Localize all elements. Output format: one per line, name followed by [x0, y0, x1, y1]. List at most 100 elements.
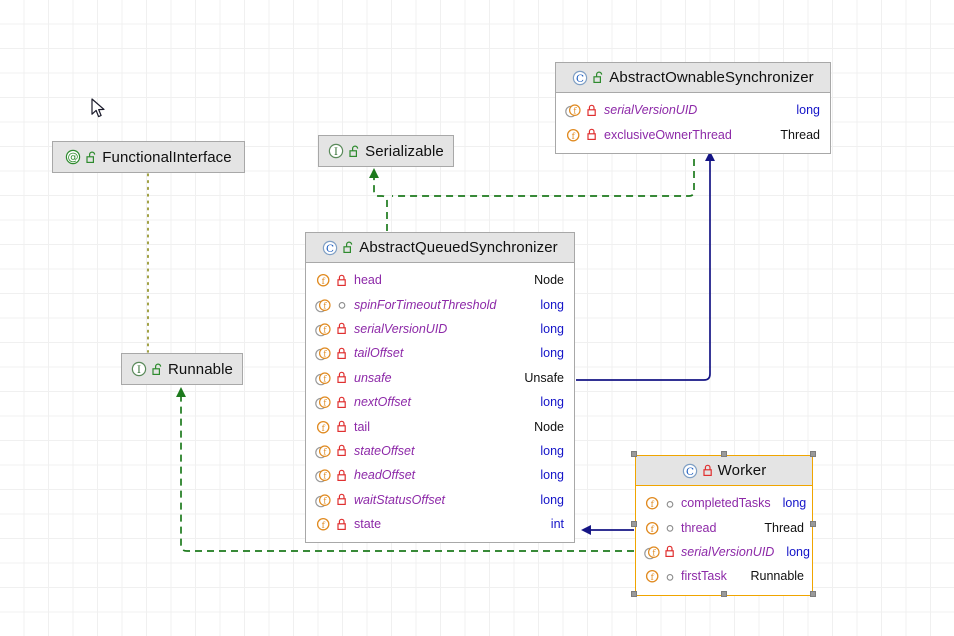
static-field-icon: f [315, 370, 332, 386]
field-row[interactable]: f thread Thread [636, 515, 812, 539]
selection-handle-n[interactable] [721, 451, 727, 457]
field-row[interactable]: f waitStatusOffset long [306, 488, 574, 512]
static-field-icon: f [644, 544, 661, 560]
svg-text:C: C [686, 465, 694, 477]
class-header[interactable]: @ FunctionalInterface [53, 142, 244, 172]
field-type: Thread [780, 127, 820, 142]
field-row[interactable]: f exclusiveOwnerThread Thread [556, 122, 830, 146]
static-field-icon: f [315, 467, 332, 483]
lock-icon [337, 347, 347, 360]
class-header[interactable]: C AbstractOwnableSynchronizer [556, 63, 830, 93]
field-icon: f [644, 495, 661, 511]
class-fields: f completedTasks long f thread Thread f … [636, 486, 812, 595]
lock-icon [665, 545, 675, 558]
field-row[interactable]: f firstTask Runnable [636, 564, 812, 588]
selection-handle-sw[interactable] [631, 591, 637, 597]
field-row[interactable]: f headOffset long [306, 463, 574, 487]
class-icon: C [682, 463, 698, 479]
diagram-canvas[interactable]: Runnable (olive dotted) --> Serializable… [0, 0, 954, 636]
field-name: thread [681, 520, 717, 535]
field-name: spinForTimeoutThreshold [354, 297, 497, 312]
field-icon: f [565, 127, 582, 143]
svg-text:C: C [326, 242, 334, 254]
mouse-cursor [91, 98, 107, 125]
class-header[interactable]: C Worker [636, 456, 812, 486]
interface-icon: I [328, 143, 344, 159]
field-icon: f [315, 516, 332, 532]
selection-handle-nw[interactable] [631, 451, 637, 457]
selection-handle-e[interactable] [810, 521, 816, 527]
selection-handle-s[interactable] [721, 591, 727, 597]
field-icon: f [644, 520, 661, 536]
field-type: Unsafe [524, 370, 564, 385]
class-box-worker[interactable]: C Worker f completedTasks long f thread … [635, 455, 813, 596]
static-field-icon: f [315, 394, 332, 410]
field-name: state [354, 517, 382, 532]
field-row[interactable]: f tailOffset long [306, 341, 574, 365]
field-row[interactable]: f serialVersionUID long [636, 540, 812, 564]
lock-icon [587, 128, 597, 141]
class-name: Serializable [365, 142, 444, 160]
field-name: headOffset [354, 468, 416, 483]
field-type: long [540, 443, 564, 458]
field-name: serialVersionUID [681, 544, 775, 559]
lock-icon [337, 371, 347, 384]
lock-icon [703, 464, 713, 477]
selection-handle-ne[interactable] [810, 451, 816, 457]
field-type: Runnable [750, 569, 804, 584]
field-row[interactable]: f nextOffset long [306, 390, 574, 414]
class-box-runnable[interactable]: I Runnable [121, 353, 243, 385]
class-box-abstract-queued-synchronizer[interactable]: C AbstractQueuedSynchronizer f head Node… [305, 232, 575, 544]
class-name: FunctionalInterface [102, 148, 232, 166]
class-header[interactable]: I Serializable [319, 136, 453, 166]
class-name: AbstractQueuedSynchronizer [359, 239, 558, 256]
unlock-icon [86, 151, 97, 164]
selection-handle-se[interactable] [810, 591, 816, 597]
field-name: head [354, 273, 382, 288]
package-icon [665, 521, 675, 534]
package-icon [337, 298, 347, 311]
class-header[interactable]: C AbstractQueuedSynchronizer [306, 233, 574, 263]
field-row[interactable]: f stateOffset long [306, 439, 574, 463]
static-field-icon: f [315, 345, 332, 361]
field-type: Thread [764, 520, 804, 535]
field-row[interactable]: f completedTasks long [636, 491, 812, 515]
class-header[interactable]: I Runnable [122, 354, 242, 384]
field-row[interactable]: f spinForTimeoutThreshold long [306, 292, 574, 316]
field-type: long [540, 395, 564, 410]
field-row[interactable]: f unsafe Unsafe [306, 366, 574, 390]
lock-icon [587, 104, 597, 117]
field-name: waitStatusOffset [354, 492, 446, 507]
field-name: serialVersionUID [604, 103, 698, 118]
unlock-icon [593, 71, 604, 84]
annotation-icon: @ [65, 149, 81, 165]
field-row[interactable]: f head Node [306, 268, 574, 292]
static-field-icon: f [315, 443, 332, 459]
class-fields: f head Node f spinForTimeoutThreshold lo… [306, 263, 574, 542]
class-box-serializable[interactable]: I Serializable [318, 135, 454, 167]
selection-handle-w[interactable] [631, 521, 637, 527]
field-type: long [786, 544, 810, 559]
class-box-functional-interface[interactable]: @ FunctionalInterface [52, 141, 245, 173]
edge-aqs-serializable-line [369, 168, 388, 231]
field-name: tail [354, 419, 370, 434]
field-type: long [540, 492, 564, 507]
field-name: nextOffset [354, 395, 411, 410]
svg-text:I: I [334, 147, 338, 158]
lock-icon [337, 493, 347, 506]
package-icon [665, 570, 675, 583]
field-type: long [540, 468, 564, 483]
lock-icon [337, 518, 347, 531]
lock-icon [337, 274, 347, 287]
field-row[interactable]: f tail Node [306, 414, 574, 438]
field-type: Node [534, 273, 564, 288]
field-row[interactable]: f state int [306, 512, 574, 536]
field-type: int [550, 517, 564, 532]
class-name: Worker [717, 462, 767, 479]
class-icon: C [322, 240, 338, 256]
field-row[interactable]: f serialVersionUID long [306, 317, 574, 341]
field-row[interactable]: f serialVersionUID long [556, 98, 830, 122]
lock-icon [337, 322, 347, 335]
class-box-abstract-ownable-synchronizer[interactable]: C AbstractOwnableSynchronizer f serialVe… [555, 62, 831, 154]
static-field-icon: f [315, 297, 332, 313]
